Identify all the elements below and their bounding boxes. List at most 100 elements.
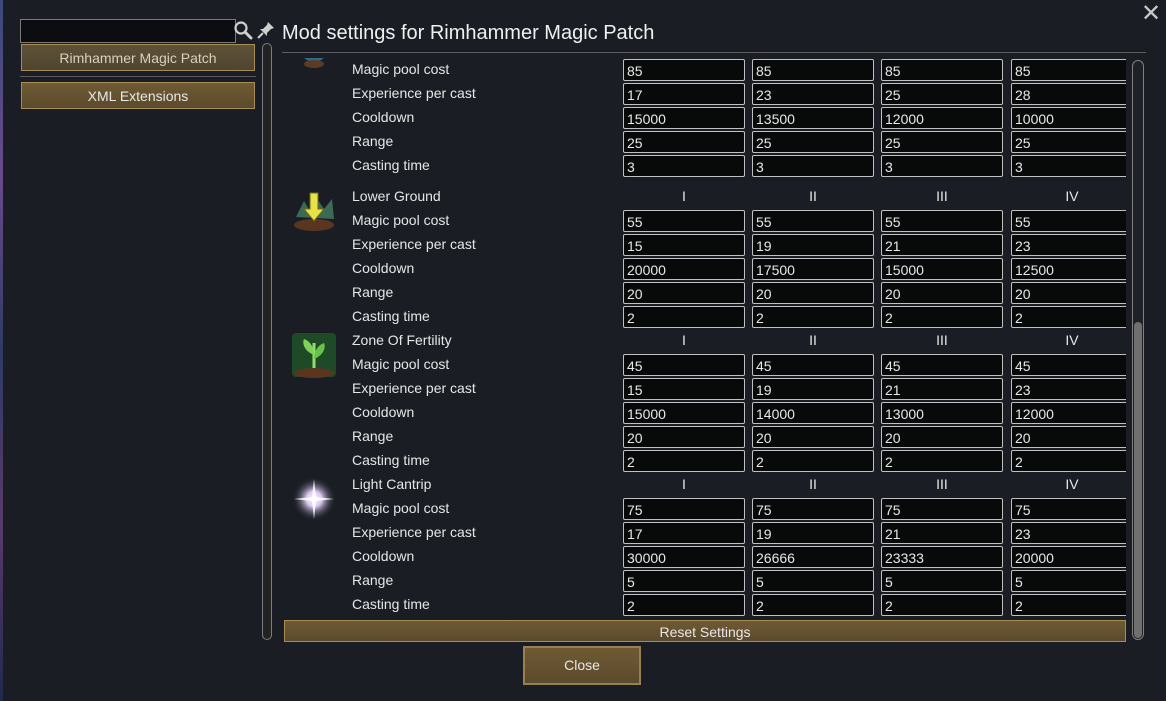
stat-value-field[interactable]: 23 [1011,378,1126,400]
stat-value-field[interactable]: 15000 [623,107,745,129]
mod-list-divider [20,76,256,77]
stat-value-field[interactable]: 15 [623,378,745,400]
stat-value-field[interactable]: 5 [752,570,874,592]
stat-value-field[interactable]: 2 [881,306,1003,328]
stat-value-field[interactable]: 2 [1011,306,1126,328]
stat-row: Magic pool cost 55 55 55 55 [282,209,1126,233]
stat-value-field[interactable]: 25 [881,83,1003,105]
stat-value-field[interactable]: 15 [623,234,745,256]
level-header: III [936,476,948,492]
stat-value-field[interactable]: 45 [1011,354,1126,376]
stat-value-field[interactable]: 75 [1011,498,1126,520]
stat-value-field[interactable]: 2 [623,450,745,472]
stat-value-field[interactable]: 2 [1011,594,1126,616]
stat-value-field[interactable]: 55 [752,210,874,232]
stat-value-field[interactable]: 25 [881,131,1003,153]
stat-value-field[interactable]: 20 [1011,426,1126,448]
stat-value-field[interactable]: 2 [1011,450,1126,472]
stat-value-field[interactable]: 21 [881,234,1003,256]
stat-value-field[interactable]: 75 [623,498,745,520]
stat-value-field[interactable]: 75 [752,498,874,520]
stat-value-field[interactable]: 30000 [623,546,745,568]
stat-value-field[interactable]: 2 [752,594,874,616]
stat-value-field[interactable]: 3 [1011,155,1126,177]
mod-list-scrollbar[interactable] [262,43,272,640]
stat-value-field[interactable]: 5 [623,570,745,592]
stat-value-field[interactable]: 25 [752,131,874,153]
stat-value-field[interactable]: 25 [1011,131,1126,153]
settings-scrollbar-thumb[interactable] [1134,322,1142,638]
stat-value-field[interactable]: 20000 [1011,546,1126,568]
stat-value-field[interactable]: 75 [881,498,1003,520]
stat-value-field[interactable]: 25 [623,131,745,153]
stat-row: Cooldown 15000 14000 13000 12000 [282,401,1126,425]
stat-value-field[interactable]: 2 [881,594,1003,616]
stat-value-field[interactable]: 10000 [1011,107,1126,129]
stat-value-field[interactable]: 13000 [881,402,1003,424]
stat-value-field[interactable]: 85 [881,59,1003,81]
settings-scroll-area[interactable]: Magic pool cost 85 85 85 85 Experience per ca… [282,58,1126,620]
stat-value-field[interactable]: 23333 [881,546,1003,568]
stat-value-field[interactable]: 20 [881,282,1003,304]
stat-value-field[interactable]: 23 [752,83,874,105]
stat-value-field[interactable]: 55 [1011,210,1126,232]
stat-value-field[interactable]: 12500 [1011,258,1126,280]
stat-value-field[interactable]: 55 [881,210,1003,232]
stat-value-field[interactable]: 20 [881,426,1003,448]
stat-value-field[interactable]: 21 [881,378,1003,400]
stat-value-field[interactable]: 45 [881,354,1003,376]
stat-value-field[interactable]: 2 [752,306,874,328]
stat-value-field[interactable]: 3 [752,155,874,177]
stat-value-field[interactable]: 28 [1011,83,1126,105]
stat-value-field[interactable]: 15000 [623,402,745,424]
stat-value-field[interactable]: 20 [752,282,874,304]
stat-value-field[interactable]: 85 [623,59,745,81]
stat-value-field[interactable]: 55 [623,210,745,232]
close-window-icon[interactable]: ✕ [1139,2,1163,26]
stat-value-field[interactable]: 20 [623,426,745,448]
stat-value-field[interactable]: 19 [752,378,874,400]
spell-header-row: Zone Of Fertility I II III IV [282,329,1126,353]
stat-value-field[interactable]: 23 [1011,234,1126,256]
close-button[interactable]: Close [523,646,641,685]
search-input[interactable] [20,19,236,43]
stat-value-field[interactable]: 2 [881,450,1003,472]
stat-value-field[interactable]: 20 [1011,282,1126,304]
stat-value-field[interactable]: 13500 [752,107,874,129]
stat-value-field[interactable]: 19 [752,234,874,256]
stat-value-field[interactable]: 14000 [752,402,874,424]
stat-value-field[interactable]: 21 [881,522,1003,544]
mod-list-item[interactable]: XML Extensions [21,82,255,109]
stat-value-field[interactable]: 26666 [752,546,874,568]
stat-value-field[interactable]: 20 [752,426,874,448]
stat-value-field[interactable]: 5 [881,570,1003,592]
stat-value-field[interactable]: 12000 [881,107,1003,129]
stat-value-field[interactable]: 23 [1011,522,1126,544]
stat-value-field[interactable]: 85 [1011,59,1126,81]
stat-value-field[interactable]: 17500 [752,258,874,280]
stat-value-field[interactable]: 2 [752,450,874,472]
mod-list-item[interactable]: Rimhammer Magic Patch [21,44,255,71]
stat-value-field[interactable]: 2 [623,306,745,328]
stat-value-field[interactable]: 3 [881,155,1003,177]
spell-name: Light Cantrip [352,476,432,492]
stat-value-field[interactable]: 3 [623,155,745,177]
pin-icon[interactable] [256,20,276,40]
stat-value-field[interactable]: 20 [623,282,745,304]
stat-value-field[interactable]: 20000 [623,258,745,280]
page-title: Mod settings for Rimhammer Magic Patch [282,22,655,44]
reset-settings-button[interactable]: Reset Settings [284,620,1126,642]
stat-row: Casting time 2 2 2 2 [282,305,1126,329]
search-icon[interactable] [233,20,253,40]
stat-value-field[interactable]: 85 [752,59,874,81]
stat-value-field[interactable]: 45 [752,354,874,376]
stat-value-field[interactable]: 17 [623,83,745,105]
stat-value-field[interactable]: 19 [752,522,874,544]
stat-value-field[interactable]: 15000 [881,258,1003,280]
stat-value-field[interactable]: 45 [623,354,745,376]
stat-value-field[interactable]: 12000 [1011,402,1126,424]
stat-value-field[interactable]: 5 [1011,570,1126,592]
stat-value-field[interactable]: 17 [623,522,745,544]
stat-label: Casting time [352,157,430,173]
stat-value-field[interactable]: 2 [623,594,745,616]
